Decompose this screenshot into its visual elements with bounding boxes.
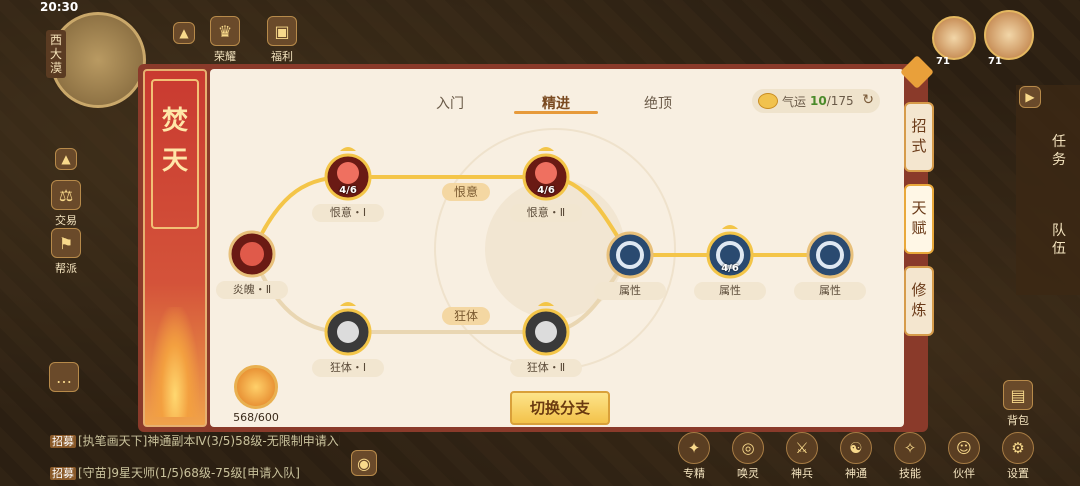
node-kuang1-label: 狂体・Ⅰ [312, 359, 384, 377]
collapse-left-button[interactable]: ▲ [46, 148, 86, 172]
node-yanpo[interactable] [228, 230, 276, 278]
node-attr3[interactable] [806, 231, 854, 279]
chevron-right-icon: ▶ [1019, 86, 1041, 108]
partner-icon: ☺ [948, 432, 980, 464]
node-attr1[interactable] [606, 231, 654, 279]
guild-icon: ⚑ [51, 228, 81, 258]
camera-icon: ◉ [351, 450, 377, 476]
chat-tag: 招募 [50, 435, 76, 448]
tab-team[interactable]: 队伍 [1046, 222, 1072, 258]
team-side-panel [1016, 85, 1080, 295]
welfare-label: 福利 [271, 50, 293, 63]
chevron-up-icon: ▲ [55, 148, 77, 170]
chat-text: [守苗]9星天师(1/5)68级-75级[申请入队] [78, 466, 300, 480]
talent-panel: 焚天 入门 精进 绝顶 气运 10 /175 ↻ 4/6 4/6 4/6 炎魄・… [138, 64, 928, 432]
bottom-menu-summon[interactable]: ◎ 唤灵 [726, 432, 770, 481]
switch-branch-button[interactable]: 切换分支 [510, 391, 610, 425]
chat-bubble-icon: … [49, 362, 79, 392]
talent-orb-icon [234, 365, 278, 409]
guild-label: 帮派 [55, 262, 77, 275]
chevron-up-icon: ▲ [173, 22, 195, 44]
pet-avatar[interactable] [932, 16, 976, 60]
bottom-menu-label: 设置 [1007, 467, 1029, 480]
tab-task[interactable]: 任务 [1046, 133, 1072, 169]
tab-talent[interactable]: 天赋 [904, 184, 934, 254]
bottom-menu-label: 专精 [683, 467, 705, 480]
node-attr2-count: 4/6 [721, 263, 739, 274]
talent-content: 入门 精进 绝顶 气运 10 /175 ↻ 4/6 4/6 4/6 炎魄・Ⅱ 恨… [210, 69, 904, 427]
node-kuang2-label: 狂体・Ⅱ [510, 359, 582, 377]
player-avatar[interactable] [984, 10, 1034, 60]
bottom-menu-label: 唤灵 [737, 467, 759, 480]
school-title: 焚天 [161, 106, 188, 176]
chat-message[interactable]: 招募 [执笔画天下]神通副本Ⅳ(3/5)58级-无限制申请入队] [50, 432, 340, 449]
trade-button[interactable]: ⚖ 交易 [46, 180, 86, 228]
trophy-icon: ♛ [210, 16, 240, 46]
node-attr3-label: 属性 [794, 282, 866, 300]
node-hen1-count: 4/6 [339, 185, 357, 196]
tab-moves[interactable]: 招式 [904, 102, 934, 172]
bottom-menu-label: 伙伴 [953, 467, 975, 480]
bottom-menu-skills[interactable]: ✧ 技能 [888, 432, 932, 481]
branch-label-top: 恨意 [442, 183, 490, 201]
flame-decoration [151, 307, 199, 417]
node-kuang1[interactable] [324, 302, 372, 356]
bottom-menu-settings[interactable]: ⚙ 设置 [996, 432, 1040, 481]
gear-icon: ⚙ [1002, 432, 1034, 464]
bottom-menu-label: 神兵 [791, 467, 813, 480]
weapon-icon: ⚔ [786, 432, 818, 464]
divine-icon: ☯ [840, 432, 872, 464]
expand-side-button[interactable]: ▶ [1018, 86, 1042, 110]
clock: 20:30 [40, 0, 79, 14]
bottom-menu-divine[interactable]: ☯ 神通 [834, 432, 878, 481]
chat-tag: 招募 [50, 467, 76, 480]
trade-icon: ⚖ [51, 180, 81, 210]
bottom-menu-partner[interactable]: ☺ 伙伴 [942, 432, 986, 481]
chat-message[interactable]: 招募 [守苗]9星天师(1/5)68级-75级[申请入队] [50, 464, 340, 481]
collapse-top-button[interactable]: ▲ [173, 22, 195, 46]
skills-icon: ✧ [894, 432, 926, 464]
bag-label: 背包 [1007, 414, 1029, 427]
node-attr1-label: 属性 [594, 282, 666, 300]
node-yanpo-label: 炎魄・Ⅱ [216, 281, 288, 299]
honor-button[interactable]: ♛ 荣耀 [205, 16, 245, 64]
gift-icon: ▣ [267, 16, 297, 46]
welfare-button[interactable]: ▣ 福利 [262, 16, 302, 64]
node-hen2-label: 恨意・Ⅱ [510, 204, 582, 222]
chat-text: [执笔画天下]神通副本Ⅳ(3/5)58级-无限制申请入队] [78, 434, 340, 448]
bottom-menu-specialty[interactable]: ✦ 专精 [672, 432, 716, 481]
player-level: 71 [988, 56, 1002, 67]
honor-label: 荣耀 [214, 50, 236, 63]
summon-icon: ◎ [732, 432, 764, 464]
bag-button[interactable]: ▤ 背包 [998, 380, 1038, 428]
pet-level: 71 [936, 56, 950, 67]
map-location-name: 西大漠 [46, 30, 66, 78]
talent-points: 568/600 [233, 411, 279, 424]
node-attr2-label: 属性 [694, 282, 766, 300]
trade-label: 交易 [55, 214, 77, 227]
bag-icon: ▤ [1003, 380, 1033, 410]
branch-label-bottom: 狂体 [442, 307, 490, 325]
bottom-menu-label: 神通 [845, 467, 867, 480]
talent-points-badge: 568/600 [230, 365, 282, 424]
screenshot-button[interactable]: ◉ [344, 450, 384, 478]
tab-cultivate[interactable]: 修炼 [904, 266, 934, 336]
bottom-menu-label: 技能 [899, 467, 921, 480]
node-hen2-count: 4/6 [537, 185, 555, 196]
chat-button[interactable]: … [44, 362, 84, 394]
specialty-icon: ✦ [678, 432, 710, 464]
node-hen1-label: 恨意・Ⅰ [312, 204, 384, 222]
school-banner: 焚天 [143, 69, 207, 427]
guild-button[interactable]: ⚑ 帮派 [46, 228, 86, 276]
bottom-menu-weapon[interactable]: ⚔ 神兵 [780, 432, 824, 481]
